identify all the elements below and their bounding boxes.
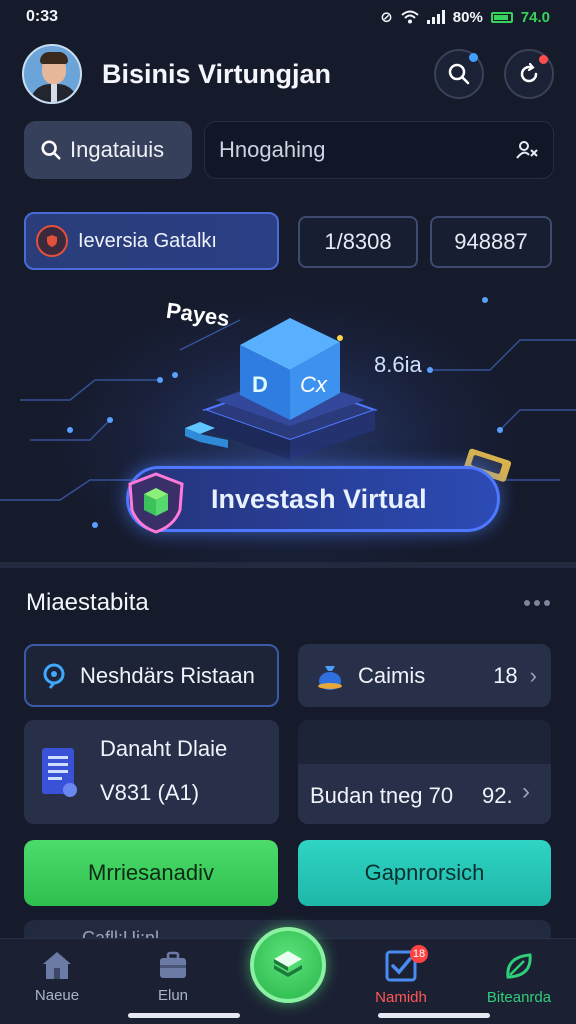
hero-label-right: 8.6ia (374, 352, 422, 377)
money-bag-icon (318, 665, 342, 690)
alert-dot (539, 55, 548, 64)
battery-icon (490, 11, 513, 23)
status-indicators: ⊘ 80% 74.0 (380, 8, 550, 27)
home-indicator (128, 1013, 240, 1018)
avatar[interactable] (22, 44, 82, 104)
stat-box-1[interactable]: 1/8308 (298, 216, 418, 268)
home-indicator-right (378, 1013, 490, 1018)
status-bar: 0:33 ⊘ 80% 74.0 (0, 0, 576, 34)
document-icon (42, 748, 77, 797)
network-card-label: Neshdärs Ristaan (80, 662, 255, 688)
status-time: 0:33 (26, 8, 59, 25)
section-header: Miaestabita (26, 588, 550, 618)
network-card[interactable]: Neshdärs Ristaan (24, 644, 279, 707)
search-button[interactable] (434, 49, 484, 99)
budget-card[interactable]: Budan tneg 70 92. › (298, 720, 551, 824)
search-chip-label: Ingataiuis (70, 137, 165, 162)
cube-shield-icon (128, 472, 184, 534)
search-icon (448, 63, 470, 85)
nav-label-work: Elun (157, 987, 189, 1004)
cube-letter-1: D (252, 372, 268, 397)
stat-main-label: Ieversia Gatalkı (78, 229, 217, 252)
search-chip[interactable]: Ingataiuis (24, 121, 192, 179)
shield-icon (36, 225, 68, 257)
bottom-nav: Naeue Elun 18 Namidh Biteanrda (0, 927, 576, 1024)
document-card[interactable]: Danaht Dlaie V831 (A1) (24, 720, 279, 824)
hero-illustration: D Cx Payes 8.6ia Investash Virtual (0, 280, 576, 562)
user-x-icon[interactable] (515, 138, 539, 162)
nav-item-work[interactable]: Elun (128, 949, 218, 1004)
notification-dot (469, 53, 478, 62)
nav-item-growth[interactable]: Biteanrda (474, 949, 564, 1006)
primary-action-button[interactable]: Mrriesanadiv (24, 840, 278, 906)
home-icon (43, 952, 71, 979)
wifi-icon (401, 10, 419, 24)
claims-card[interactable]: Caimis 18 › (298, 644, 551, 707)
budget-value: 92. (482, 783, 513, 808)
primary-action-label: Mrriesanadiv (88, 860, 214, 885)
signal-icon (426, 10, 445, 24)
stat-box-2[interactable]: 948887 (430, 216, 552, 268)
nav-badge: 18 (410, 945, 428, 963)
nav-label-tasks: Namidh (375, 989, 427, 1006)
stat-main-button[interactable]: Ieversia Gatalkı (24, 212, 279, 270)
stats-row: Ieversia Gatalkı 1/8308 948887 (24, 212, 554, 270)
battery-percent: 80% (452, 8, 483, 26)
search-placeholder: Hnogahing (219, 137, 326, 162)
stat-box-2-value: 948887 (454, 229, 528, 254)
location-pin-icon (43, 663, 65, 689)
budget-label: Budan tneg 70 (310, 783, 454, 808)
document-title: Danaht Dlaie (100, 736, 228, 761)
cube-letter-2: Cx (300, 372, 328, 397)
claims-label: Caimis (358, 662, 426, 688)
search-input[interactable]: Hnogahing (204, 121, 554, 179)
dnd-icon: ⊘ (380, 9, 393, 26)
section-title: Miaestabita (26, 589, 149, 616)
nav-item-home[interactable]: Naeue (12, 949, 102, 1004)
layers-icon (274, 951, 302, 977)
refresh-button[interactable] (504, 49, 554, 99)
briefcase-icon (160, 951, 186, 978)
chevron-right-icon: › (522, 778, 530, 805)
stat-box-1-value: 1/8308 (324, 229, 392, 254)
nav-item-tasks[interactable]: 18 Namidh (356, 945, 446, 1006)
more-icon[interactable] (524, 600, 550, 606)
secondary-action-label: Gapnrorsich (364, 860, 485, 885)
page-title: Bisinis Virtungjan (102, 58, 332, 89)
refresh-icon (520, 62, 538, 83)
battery-value: 74.0 (520, 8, 550, 26)
invest-banner-label: Investash Virtual (211, 483, 427, 514)
app-header: Bisinis Virtungjan (0, 38, 576, 110)
document-subtitle: V831 (A1) (100, 780, 200, 805)
claims-value: 18 (493, 662, 518, 688)
search-row: Ingataiuis Hnogahing (24, 121, 554, 179)
nav-label-growth: Biteanrda (486, 989, 552, 1006)
secondary-action-button[interactable]: Gapnrorsich (298, 840, 551, 906)
nav-label-home: Naeue (34, 987, 80, 1004)
chevron-right-icon: › (529, 662, 537, 688)
search-icon (41, 140, 61, 160)
leaf-icon (506, 953, 532, 979)
divider (0, 562, 576, 568)
nav-center-button[interactable] (250, 927, 326, 1003)
